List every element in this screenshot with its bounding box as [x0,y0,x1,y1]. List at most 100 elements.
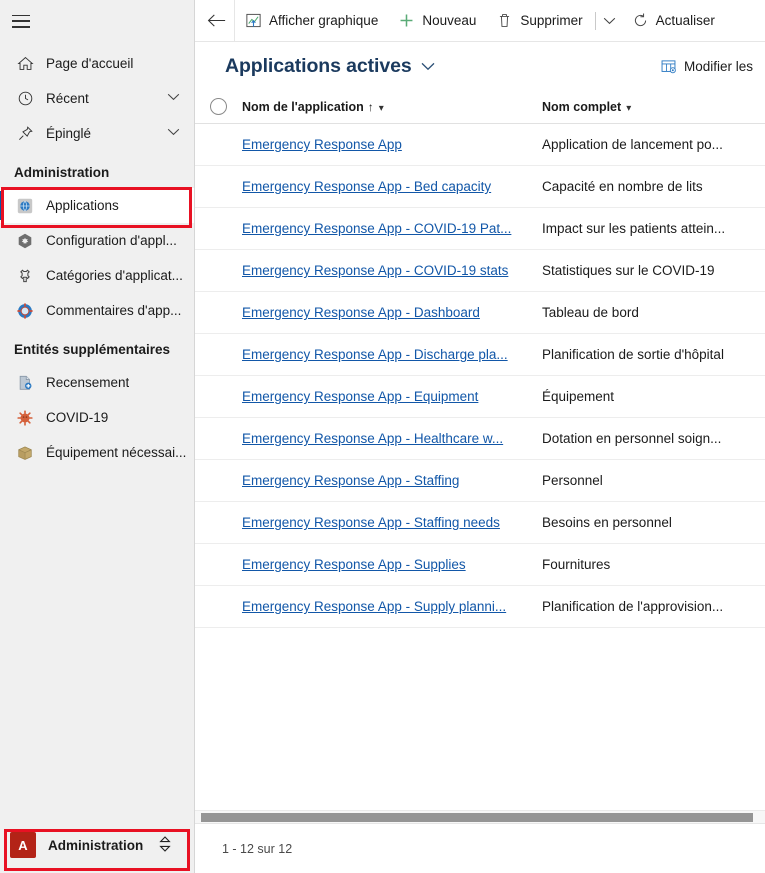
table-row[interactable]: Emergency Response App - Equipment Équipe… [195,376,765,418]
cell-app-name: Emergency Response App - Staffing needs [242,515,542,530]
full-name-text: Planification de l'approvision... [542,599,724,614]
feedback-icon [14,301,36,321]
environment-badge: A [10,832,36,858]
table-row[interactable]: Emergency Response App - COVID-19 stats S… [195,250,765,292]
edit-columns-label: Modifier les [683,58,753,74]
app-name-link[interactable]: Emergency Response App - Supplies [242,557,534,572]
sidebar-item-app-feedback[interactable]: Commentaires d'app... [0,293,194,328]
pin-icon [14,124,36,144]
app-name-link[interactable]: Emergency Response App - COVID-19 Pat... [242,221,534,236]
app-name-link[interactable]: Emergency Response App - COVID-19 stats [242,263,534,278]
table-row[interactable]: Emergency Response App - COVID-19 Pat...… [195,208,765,250]
table-row[interactable]: Emergency Response App - Supplies Fournit… [195,544,765,586]
sidebar-item-label: Équipement nécessai... [46,445,187,460]
table-row[interactable]: Emergency Response App - Discharge pla..… [195,334,765,376]
sidebar-group-entities: Recensement COVID-19 Équipement nécessai… [0,365,194,470]
cell-app-name: Emergency Response App [242,137,542,152]
edit-columns-button[interactable]: Modifier les [660,58,753,75]
sidebar-item-equipment[interactable]: Équipement nécessai... [0,435,194,470]
cell-full-name: Capacité en nombre de lits [542,179,765,194]
column-header-app-name[interactable]: Nom de l'application ↑ ▾ [242,98,542,116]
full-name-text: Impact sur les patients attein... [542,221,726,236]
globe-app-icon [14,196,36,216]
show-chart-label: Afficher graphique [269,13,379,28]
app-name-link[interactable]: Emergency Response App - Equipment [242,389,534,404]
full-name-text: Application de lancement po... [542,137,723,152]
record-count-label: 1 - 12 sur 12 [222,841,293,856]
sidebar-item-applications[interactable]: Applications [0,188,194,223]
app-name-link[interactable]: Emergency Response App - Healthcare w... [242,431,534,446]
delete-button[interactable]: Supprimer [486,0,592,42]
app-name-link[interactable]: Emergency Response App - Staffing [242,473,534,488]
overflow-chevron-down-icon[interactable] [598,0,622,42]
grid-footer: 1 - 12 sur 12 [195,823,765,873]
sidebar-item-recent[interactable]: Récent [0,81,194,116]
sidebar-item-app-categories[interactable]: Catégories d'applicat... [0,258,194,293]
app-name-link[interactable]: Emergency Response App - Discharge pla..… [242,347,534,362]
table-row[interactable]: Emergency Response App - Staffing needs B… [195,502,765,544]
chevron-down-icon[interactable] [167,93,180,104]
view-header: Applications actives Modifier les [195,42,765,90]
app-name-link[interactable]: Emergency Response App - Bed capacity [242,179,534,194]
sidebar-item-label: Épinglé [46,126,92,141]
sidebar-section-administration: Administration [14,165,110,180]
column-header-label: Nom de l'application [242,99,364,114]
horizontal-scrollbar-thumb[interactable] [201,813,753,822]
refresh-button[interactable]: Actualiser [622,0,725,42]
sidebar-item-pinned[interactable]: Épinglé [0,116,194,151]
main-content: Afficher graphique Nouveau Supprimer Act… [195,0,765,873]
chevron-down-icon[interactable] [167,128,180,139]
edit-columns-icon [660,58,677,75]
cell-app-name: Emergency Response App - COVID-19 Pat... [242,221,542,236]
home-icon [14,54,36,74]
app-name-link[interactable]: Emergency Response App [242,137,534,152]
sort-ascending-icon: ↑ [367,99,374,114]
sidebar-item-label: Applications [46,198,119,213]
horizontal-scrollbar[interactable] [195,810,765,823]
sidebar-nav-top: Page d'accueil Récent Épinglé [0,42,194,151]
table-row[interactable]: Emergency Response App - Dashboard Tablea… [195,292,765,334]
command-bar: Afficher graphique Nouveau Supprimer Act… [195,0,765,42]
chevron-down-icon[interactable]: ▾ [379,103,384,114]
cell-full-name: Planification de sortie d'hôpital [542,347,765,362]
full-name-text: Statistiques sur le COVID-19 [542,263,715,278]
sidebar: Page d'accueil Récent Épinglé Administra… [0,0,195,873]
chart-icon [245,12,262,29]
environment-selector[interactable]: A Administration [0,817,194,873]
gear-hex-icon [14,231,36,251]
sidebar-item-covid19[interactable]: COVID-19 [0,400,194,435]
full-name-text: Tableau de bord [542,305,639,320]
hamburger-menu-button[interactable] [0,0,194,42]
sidebar-item-app-configuration[interactable]: Configuration d'appl... [0,223,194,258]
table-row[interactable]: Emergency Response App Application de lan… [195,124,765,166]
view-selector-chevron-down-icon[interactable] [421,59,435,74]
cell-app-name: Emergency Response App - Supply planni..… [242,599,542,614]
app-name-link[interactable]: Emergency Response App - Dashboard [242,305,534,320]
cell-full-name: Statistiques sur le COVID-19 [542,263,765,278]
table-row[interactable]: Emergency Response App - Supply planni..… [195,586,765,628]
new-button[interactable]: Nouveau [388,0,486,42]
chevron-down-icon[interactable]: ▾ [626,103,631,114]
table-row[interactable]: Emergency Response App - Bed capacity Cap… [195,166,765,208]
full-name-text: Fournitures [542,557,611,572]
cell-app-name: Emergency Response App - Healthcare w... [242,431,542,446]
virus-icon [14,408,36,428]
full-name-text: Besoins en personnel [542,515,672,530]
cell-app-name: Emergency Response App - Dashboard [242,305,542,320]
app-name-link[interactable]: Emergency Response App - Supply planni..… [242,599,534,614]
environment-switch-icon[interactable] [158,835,172,856]
show-chart-button[interactable]: Afficher graphique [235,0,388,42]
hamburger-icon [12,14,30,28]
column-header-full-name[interactable]: Nom complet ▾ [542,98,765,116]
cell-full-name: Fournitures [542,557,765,572]
page-title: Applications actives [225,54,412,77]
select-all-circle[interactable] [210,98,227,115]
sidebar-item-recensement[interactable]: Recensement [0,365,194,400]
back-arrow-icon[interactable] [199,0,235,42]
refresh-icon [632,12,649,29]
table-row[interactable]: Emergency Response App - Staffing Personn… [195,460,765,502]
table-row[interactable]: Emergency Response App - Healthcare w...… [195,418,765,460]
grid-body: Emergency Response App Application de lan… [195,124,765,823]
sidebar-item-home[interactable]: Page d'accueil [0,46,194,81]
app-name-link[interactable]: Emergency Response App - Staffing needs [242,515,534,530]
